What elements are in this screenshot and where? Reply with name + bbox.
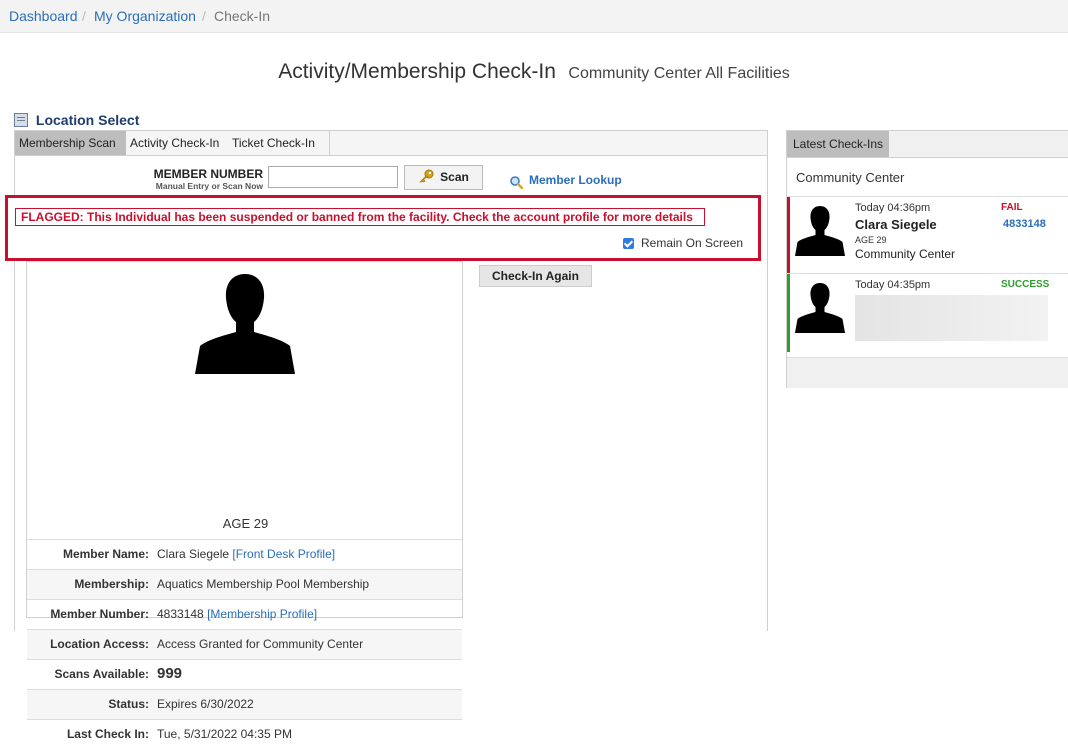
detail-row-status: Status: Expires 6/30/2022 <box>27 689 462 719</box>
scans-available-value: 999 <box>157 665 183 682</box>
location-select-label: Location Select <box>35 112 140 128</box>
member-name: Clara Siegele <box>157 547 233 561</box>
member-number-label-text: MEMBER NUMBER <box>153 167 263 181</box>
checkin-item[interactable]: Today 04:36pm FAIL Clara Siegele 4833148… <box>787 196 1068 273</box>
checkin-member-number[interactable]: 4833148 <box>1003 218 1046 230</box>
member-lookup-link[interactable]: Member Lookup <box>509 173 622 189</box>
remain-on-screen-checkbox[interactable]: Remain On Screen <box>623 236 743 250</box>
membership-profile-link[interactable]: [Membership Profile] <box>207 607 317 621</box>
membership-value: Aquatics Membership Pool Membership <box>157 577 370 591</box>
detail-row-last-check-in: Last Check In: Tue, 5/31/2022 04:35 PM <box>27 719 462 749</box>
latest-checkins-tabs: Latest Check-Ins <box>787 131 1068 158</box>
detail-label: Scans Available: <box>54 667 150 681</box>
checkbox-checked-icon[interactable] <box>623 238 634 249</box>
last-check-in-value: Tue, 5/31/2022 04:35 PM <box>157 727 292 741</box>
detail-row-member-number: Member Number: 4833148 [Membership Profi… <box>27 599 462 629</box>
tab-ticket-checkin[interactable]: Ticket Check-In <box>228 131 330 155</box>
detail-label: Status: <box>108 697 149 711</box>
scan-button[interactable]: Scan <box>404 165 483 190</box>
latest-checkins-footer <box>787 357 1068 388</box>
magnifier-icon <box>510 176 523 189</box>
fail-indicator <box>787 197 790 273</box>
detail-label: Member Name: <box>62 547 149 561</box>
checkin-result-badge: SUCCESS <box>1001 279 1050 290</box>
check-in-again-button[interactable]: Check-In Again <box>479 265 592 287</box>
detail-label: Membership: <box>74 577 149 591</box>
breadcrumb-separator: / <box>82 8 86 24</box>
member-details: Member Name: Clara Siegele [Front Desk P… <box>27 539 462 749</box>
page-subtitle: Community Center All Facilities <box>568 65 790 82</box>
member-number-hint: Manual Entry or Scan Now <box>155 181 263 191</box>
checkin-member-name: Clara Siegele <box>855 217 937 232</box>
detail-label: Member Number: <box>50 607 149 621</box>
checkin-time: Today 04:36pm <box>855 202 931 214</box>
redacted-member-info <box>855 295 1048 341</box>
detail-row-member-name: Member Name: Clara Siegele [Front Desk P… <box>27 539 462 569</box>
detail-label: Location Access: <box>50 637 149 651</box>
breadcrumb-separator: / <box>202 8 206 24</box>
detail-row-scans-available: Scans Available: 999 <box>27 659 462 689</box>
success-indicator <box>787 274 790 352</box>
location-select[interactable]: Location Select <box>14 112 139 128</box>
member-lookup-label: Member Lookup <box>529 173 622 187</box>
detail-row-location-access: Location Access: Access Granted for Comm… <box>27 629 462 659</box>
checkin-result-badge: FAIL <box>1001 202 1023 213</box>
page-title-main: Activity/Membership Check-In <box>278 60 556 83</box>
detail-row-membership: Membership: Aquatics Membership Pool Mem… <box>27 569 462 599</box>
status-value: Expires 6/30/2022 <box>157 697 254 711</box>
scan-button-label: Scan <box>440 170 469 184</box>
list-icon <box>14 113 28 127</box>
front-desk-profile-link[interactable]: [Front Desk Profile] <box>232 547 335 561</box>
member-number-value: 4833148 <box>157 607 208 621</box>
detail-label: Last Check In: <box>66 727 149 741</box>
page-title: Activity/Membership Check-In Community C… <box>0 60 1068 84</box>
avatar-silhouette-icon <box>795 283 845 333</box>
checkin-location: Community Center <box>855 247 956 261</box>
latest-checkins-location: Community Center <box>796 170 905 185</box>
detail-value: 4833148 [Membership Profile] <box>157 600 317 628</box>
location-access-value: Access Granted for Community Center <box>157 637 364 651</box>
flagged-alert: FLAGGED: This Individual has been suspen… <box>5 195 761 261</box>
member-age: AGE 29 <box>222 516 269 531</box>
breadcrumb: Dashboard / My Organization / Check-In <box>0 0 1068 33</box>
avatar-silhouette-icon <box>195 274 295 374</box>
remain-on-screen-label: Remain On Screen <box>641 236 744 250</box>
flagged-message: FLAGGED: This Individual has been suspen… <box>21 210 693 224</box>
tab-activity-checkin[interactable]: Activity Check-In <box>126 131 236 155</box>
tab-latest-checkins[interactable]: Latest Check-Ins <box>787 131 890 157</box>
key-icon <box>419 169 434 183</box>
member-number-label: MEMBER NUMBER Manual Entry or Scan Now <box>135 167 263 191</box>
breadcrumb-current: Check-In <box>214 8 271 24</box>
checkin-time: Today 04:35pm <box>855 279 931 291</box>
breadcrumb-my-organization[interactable]: My Organization <box>94 0 196 32</box>
latest-checkins-panel: Latest Check-Ins Community Center Today … <box>786 130 1068 388</box>
breadcrumb-dashboard[interactable]: Dashboard <box>9 0 78 32</box>
detail-value: Clara Siegele [Front Desk Profile] <box>157 540 335 568</box>
checkin-panel: Membership Scan Activity Check-In Ticket… <box>5 130 768 741</box>
checkin-member-age: AGE 29 <box>855 235 887 245</box>
member-card: AGE 29 Member Name: Clara Siegele [Front… <box>26 261 463 741</box>
tab-membership-scan[interactable]: Membership Scan <box>15 131 134 155</box>
checkin-item[interactable]: Today 04:35pm SUCCESS <box>787 273 1068 352</box>
member-number-input[interactable] <box>268 166 398 188</box>
checkin-tabs: Membership Scan Activity Check-In Ticket… <box>15 131 767 156</box>
avatar-silhouette-icon <box>795 206 845 256</box>
